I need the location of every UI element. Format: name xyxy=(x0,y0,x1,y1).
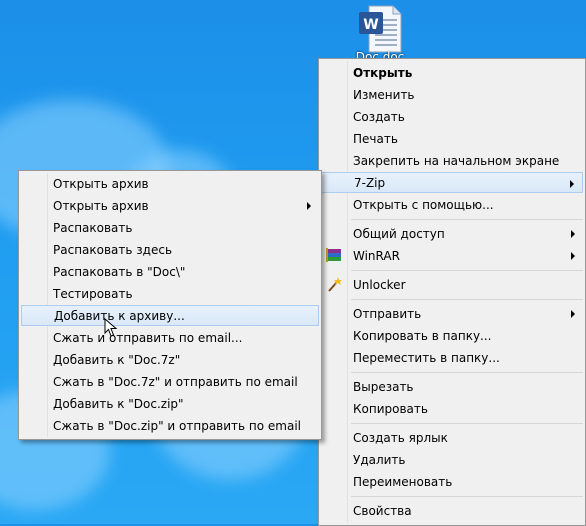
menu-item-label: Открыть xyxy=(353,65,413,80)
menu-item-label: Переименовать xyxy=(353,474,453,489)
menu-item-copy-to-folder[interactable]: Копировать в папку... xyxy=(321,325,583,346)
menu-item-properties[interactable]: Свойства xyxy=(321,500,583,521)
chevron-right-icon xyxy=(570,180,574,188)
submenu-item-open-archive[interactable]: Открыть архив xyxy=(21,173,319,194)
menu-item-label: Общий доступ xyxy=(353,226,445,241)
menu-item-label: Открыть архив xyxy=(53,198,149,213)
menu-item-label: WinRAR xyxy=(353,248,400,263)
submenu-item-add-to-7z[interactable]: Добавить к "Doc.7z" xyxy=(21,349,319,370)
context-menu: Открыть Изменить Создать Печать Закрепит… xyxy=(318,58,586,526)
menu-separator xyxy=(351,423,583,424)
menu-item-label: Сжать в "Doc.zip" и отправить по email xyxy=(53,418,302,433)
menu-item-label: Копировать xyxy=(353,401,428,416)
menu-item-label: Вырезать xyxy=(353,379,414,394)
menu-item-open-with[interactable]: Открыть с помощью... xyxy=(321,194,583,215)
menu-item-unlocker[interactable]: Unlocker xyxy=(321,274,583,295)
menu-item-label: Создать xyxy=(353,109,405,124)
menu-item-create-shortcut[interactable]: Создать ярлык xyxy=(321,427,583,448)
magic-wand-icon xyxy=(325,276,343,293)
menu-item-move-to-folder[interactable]: Переместить в папку... xyxy=(321,347,583,368)
menu-item-send-to[interactable]: Отправить xyxy=(321,303,583,324)
submenu-item-extract-here[interactable]: Распаковать здесь xyxy=(21,239,319,260)
submenu-item-compress-and-email[interactable]: Сжать и отправить по email... xyxy=(21,327,319,348)
7zip-submenu: Открыть архив Открыть архив Распаковать … xyxy=(18,170,322,440)
menu-item-pin-to-start[interactable]: Закрепить на начальном экране xyxy=(321,150,583,171)
menu-item-label: Отправить xyxy=(353,306,422,321)
menu-item-print[interactable]: Печать xyxy=(321,128,583,149)
menu-separator xyxy=(351,270,583,271)
menu-item-new[interactable]: Создать xyxy=(321,106,583,127)
menu-item-rename[interactable]: Переименовать xyxy=(321,471,583,492)
menu-separator xyxy=(351,219,583,220)
menu-item-label: Создать ярлык xyxy=(353,430,448,445)
submenu-item-extract-to-doc[interactable]: Распаковать в "Doc\" xyxy=(21,261,319,282)
menu-item-label: Закрепить на начальном экране xyxy=(353,153,560,168)
menu-item-label: Тестировать xyxy=(53,286,133,301)
menu-separator xyxy=(351,299,583,300)
menu-item-label: Свойства xyxy=(353,503,412,518)
menu-item-open[interactable]: Открыть xyxy=(321,62,583,83)
menu-item-label: Удалить xyxy=(353,452,406,467)
menu-item-label: Добавить к "Doc.7z" xyxy=(53,352,181,367)
menu-item-copy[interactable]: Копировать xyxy=(321,398,583,419)
menu-item-label: Открыть с помощью... xyxy=(353,197,494,212)
menu-item-label: Сжать и отправить по email... xyxy=(53,330,243,345)
submenu-item-compress-7z-and-email[interactable]: Сжать в "Doc.7z" и отправить по email xyxy=(21,371,319,392)
submenu-item-test[interactable]: Тестировать xyxy=(21,283,319,304)
menu-item-label: Добавить к архиву... xyxy=(54,308,185,323)
word-document-icon[interactable]: W xyxy=(355,4,405,54)
menu-item-label: Добавить к "Doc.zip" xyxy=(53,396,184,411)
mouse-pointer-icon xyxy=(104,317,118,338)
menu-item-label: Unlocker xyxy=(353,277,406,292)
menu-item-delete[interactable]: Удалить xyxy=(321,449,583,470)
menu-item-label: Сжать в "Doc.7z" и отправить по email xyxy=(53,374,298,389)
submenu-item-compress-zip-and-email[interactable]: Сжать в "Doc.zip" и отправить по email xyxy=(21,415,319,436)
menu-item-label: Изменить xyxy=(353,87,415,102)
menu-item-cut[interactable]: Вырезать xyxy=(321,376,583,397)
submenu-item-add-to-archive[interactable]: Добавить к архиву... xyxy=(21,305,319,326)
menu-item-label: Распаковать xyxy=(53,220,133,235)
menu-item-label: Распаковать в "Doc\" xyxy=(53,264,186,279)
menu-item-winrar[interactable]: WinRAR xyxy=(321,245,583,266)
menu-item-label: Открыть архив xyxy=(53,176,149,191)
chevron-right-icon xyxy=(571,252,575,260)
chevron-right-icon xyxy=(307,202,311,210)
menu-item-label: Копировать в папку... xyxy=(353,328,492,343)
submenu-item-extract[interactable]: Распаковать xyxy=(21,217,319,238)
chevron-right-icon xyxy=(571,310,575,318)
winrar-books-icon xyxy=(325,247,343,264)
menu-item-share[interactable]: Общий доступ xyxy=(321,223,583,244)
menu-item-label: Печать xyxy=(353,131,398,146)
menu-item-7zip[interactable]: 7-Zip xyxy=(321,172,583,193)
menu-separator xyxy=(351,372,583,373)
svg-text:W: W xyxy=(363,17,378,33)
menu-item-edit[interactable]: Изменить xyxy=(321,84,583,105)
submenu-item-add-to-zip[interactable]: Добавить к "Doc.zip" xyxy=(21,393,319,414)
submenu-item-open-archive-as[interactable]: Открыть архив xyxy=(21,195,319,216)
menu-separator xyxy=(351,496,583,497)
chevron-right-icon xyxy=(571,230,575,238)
menu-item-label: 7-Zip xyxy=(354,175,386,190)
menu-item-label: Переместить в папку... xyxy=(353,350,500,365)
menu-item-label: Распаковать здесь xyxy=(53,242,173,257)
